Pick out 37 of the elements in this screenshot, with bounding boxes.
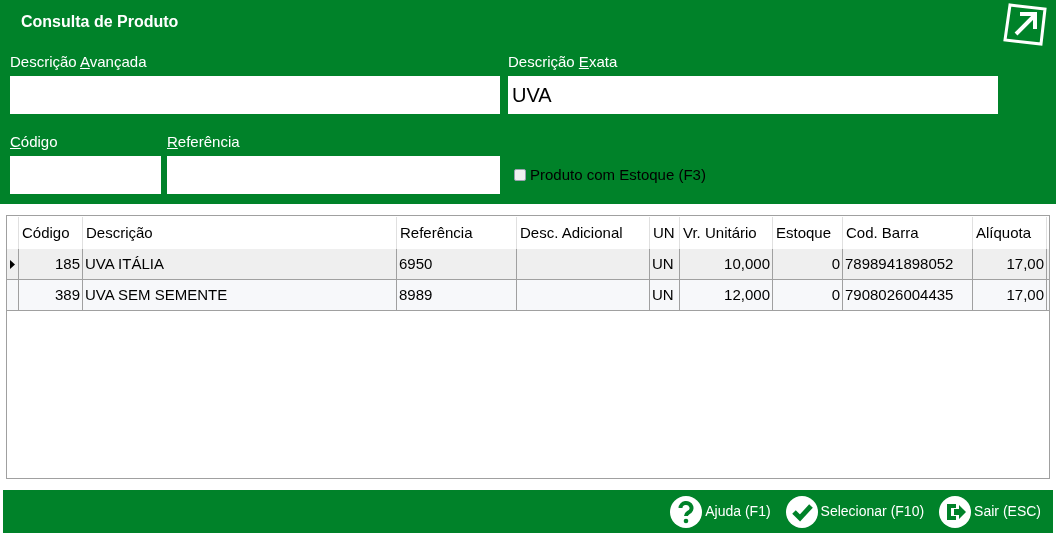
text-field[interactable] [10,156,161,194]
field-label: Referência [167,132,241,152]
footer-button[interactable]: Selecionar (F10) [784,494,925,529]
table-cell-text: 12,000 [724,284,770,305]
table-cell-text: 0 [831,253,840,274]
table-cell-text: 17,00 [1006,284,1044,305]
table-cell-text: 185 [54,253,80,274]
table-row[interactable]: 185 UVA ITÁLIA 6950 UN 10,000 0 7898941898052 17,00 [7,249,1049,280]
table-cell-text: 7908026004435 [845,284,954,305]
row-pointer-icon [10,259,15,269]
table-cell-text: 0 [831,284,840,305]
table-row[interactable]: 389 UVA SEM SEMENTE 8989 UN 12,000 0 7908026004435 17,00 [7,280,1049,311]
table-cell-text: UN [652,284,674,305]
window-title: Consulta de Produto [21,12,180,32]
table-cell-text: 17,00 [1006,253,1044,274]
table-cell-text: UVA SEM SEMENTE [85,284,228,305]
table-cell-text: 7898941898052 [845,253,954,274]
field-label: Código [10,132,59,152]
footer-button[interactable]: Ajuda (F1) [669,494,771,529]
table-cell-text: UN [652,253,674,274]
checkbox[interactable] [514,169,526,181]
text-field[interactable] [10,76,500,114]
arrow-icon[interactable] [1002,2,1048,46]
checkbox-label: Produto com Estoque (F3) [530,164,706,185]
field-label: Descrição Exata [508,52,619,72]
footer-button[interactable]: Sair (ESC) [938,494,1041,529]
exit-icon [938,494,973,529]
table-cell-text: 8989 [399,284,433,305]
check-icon [784,494,819,529]
table-cell-text: 10,000 [724,253,770,274]
field-label: Descrição Avançada [10,52,148,72]
table-cell-text: 6950 [399,253,433,274]
table-cell-text: UVA ITÁLIA [85,253,164,274]
table-cell-text: 389 [54,284,80,305]
help-icon [669,494,704,529]
text-field[interactable] [167,156,500,194]
text-field[interactable]: UVA [508,76,998,114]
